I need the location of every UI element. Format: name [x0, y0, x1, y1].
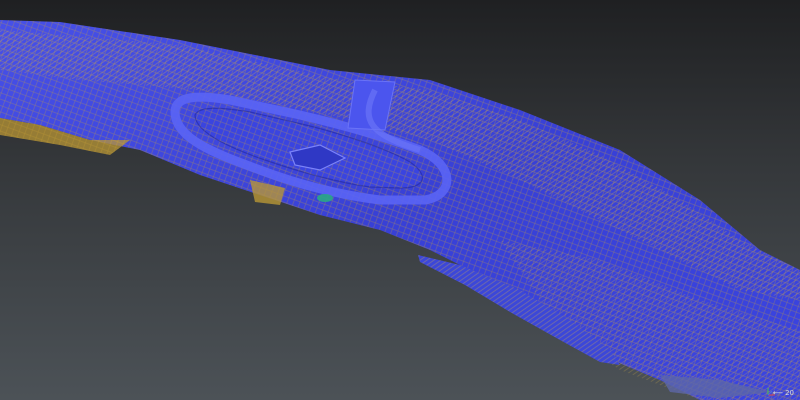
- terrain-mesh-view[interactable]: [0, 0, 800, 400]
- scale-bar-label: 20: [785, 389, 794, 397]
- 3d-viewport[interactable]: ⟵ 20: [0, 0, 800, 400]
- green-marker: [317, 194, 333, 202]
- scale-bar: ⟵ 20: [773, 389, 794, 397]
- scale-bar-arrow-icon: ⟵: [773, 389, 784, 397]
